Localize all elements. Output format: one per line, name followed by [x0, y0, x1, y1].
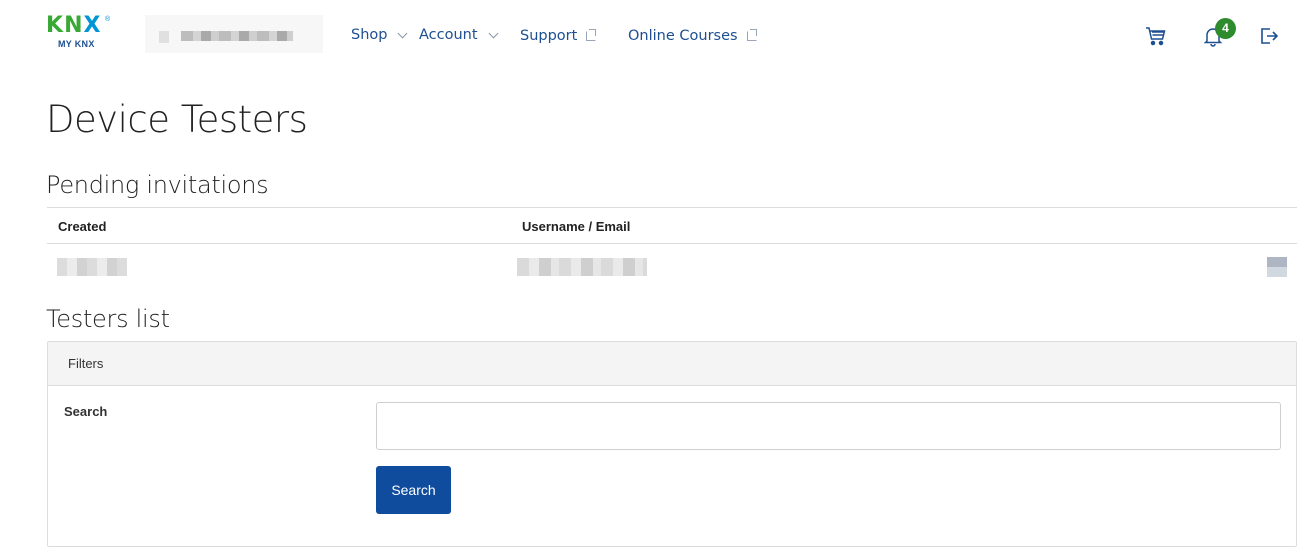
column-username-email: Username / Email: [522, 219, 631, 234]
nav-account[interactable]: Account: [419, 27, 498, 43]
top-header: KNX ® MY KNX Shop Account Support Online…: [0, 0, 1309, 72]
nav-online-courses[interactable]: Online Courses: [628, 28, 757, 44]
row-action-redacted[interactable]: [1267, 257, 1287, 277]
logo-subtitle: MY KNX: [58, 39, 95, 49]
chevron-down-icon: [398, 28, 408, 38]
nav-shop-label: Shop: [351, 27, 388, 43]
column-created: Created: [58, 219, 107, 234]
external-link-icon: [586, 29, 597, 41]
nav-account-label: Account: [419, 27, 478, 43]
filters-header: Filters: [48, 342, 1296, 386]
table-header: Created Username / Email: [47, 207, 1297, 244]
created-date-redacted: [57, 258, 127, 276]
nav-support-label: Support: [520, 28, 578, 44]
username-redacted: [517, 258, 647, 276]
knx-logo[interactable]: KNX ® MY KNX: [46, 14, 110, 54]
page-title: Device Testers: [46, 98, 308, 141]
table-row: [47, 244, 1297, 290]
chevron-down-icon: [488, 28, 498, 38]
pending-invitations-table: Created Username / Email: [47, 207, 1297, 290]
nav-shop[interactable]: Shop: [351, 27, 408, 43]
external-link-icon: [746, 29, 757, 41]
cart-icon[interactable]: [1144, 24, 1168, 48]
pending-invitations-heading: Pending invitations: [46, 171, 269, 199]
nav-support[interactable]: Support: [520, 28, 597, 44]
testers-list-heading: Testers list: [46, 305, 170, 333]
logout-icon[interactable]: [1257, 24, 1281, 48]
nav-online-courses-label: Online Courses: [628, 28, 738, 44]
user-name-redacted: [145, 15, 323, 53]
filters-panel: Filters Search Search: [47, 341, 1297, 547]
search-button[interactable]: Search: [376, 466, 451, 514]
search-input[interactable]: [376, 402, 1281, 450]
search-label: Search: [64, 404, 108, 419]
notification-badge: 4: [1215, 18, 1236, 39]
